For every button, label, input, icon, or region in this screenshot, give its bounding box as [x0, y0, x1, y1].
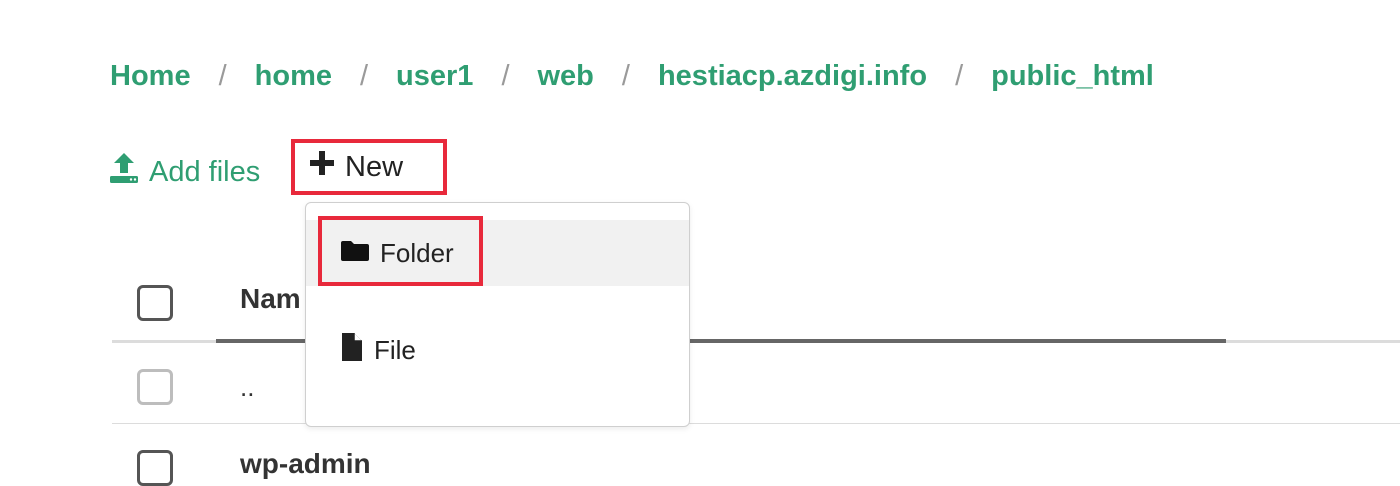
- row-checkbox-parent[interactable]: [137, 369, 173, 405]
- new-button-label: New: [345, 150, 404, 183]
- menu-item-folder-label: Folder: [380, 237, 454, 268]
- menu-item-file-label: File: [374, 334, 416, 365]
- breadcrumb-item-public-html[interactable]: public_html: [991, 60, 1154, 93]
- row-checkbox-wp-admin[interactable]: [137, 450, 173, 486]
- add-files-button[interactable]: Add files: [108, 150, 260, 194]
- breadcrumb-item-user1[interactable]: user1: [396, 60, 473, 93]
- breadcrumb-separator: /: [621, 59, 630, 92]
- breadcrumb: Home / home / user1 / web / hestiacp.azd…: [110, 56, 1154, 96]
- name-column-header[interactable]: Nam: [240, 283, 301, 315]
- breadcrumb-item-web[interactable]: web: [538, 60, 594, 93]
- menu-item-file[interactable]: File: [306, 317, 689, 383]
- row-name-parent-dir[interactable]: ..: [240, 372, 254, 403]
- plus-icon: [309, 150, 345, 184]
- row-name-wp-admin[interactable]: wp-admin: [240, 448, 371, 480]
- select-all-checkbox[interactable]: [137, 285, 173, 321]
- breadcrumb-item-home[interactable]: home: [255, 60, 332, 93]
- add-files-label: Add files: [149, 155, 261, 188]
- folder-icon: [340, 238, 380, 269]
- breadcrumb-separator: /: [501, 59, 510, 92]
- breadcrumb-item-domain[interactable]: hestiacp.azdigi.info: [658, 60, 927, 93]
- breadcrumb-separator: /: [359, 59, 369, 92]
- breadcrumb-item-home-root[interactable]: Home: [110, 60, 191, 93]
- new-button[interactable]: New: [291, 139, 447, 195]
- file-icon: [340, 332, 374, 369]
- new-dropdown-menu: Folder File: [305, 202, 690, 427]
- menu-item-folder[interactable]: Folder: [306, 220, 689, 286]
- breadcrumb-separator: /: [218, 59, 227, 92]
- upload-icon: [108, 151, 149, 193]
- breadcrumb-separator: /: [955, 59, 964, 92]
